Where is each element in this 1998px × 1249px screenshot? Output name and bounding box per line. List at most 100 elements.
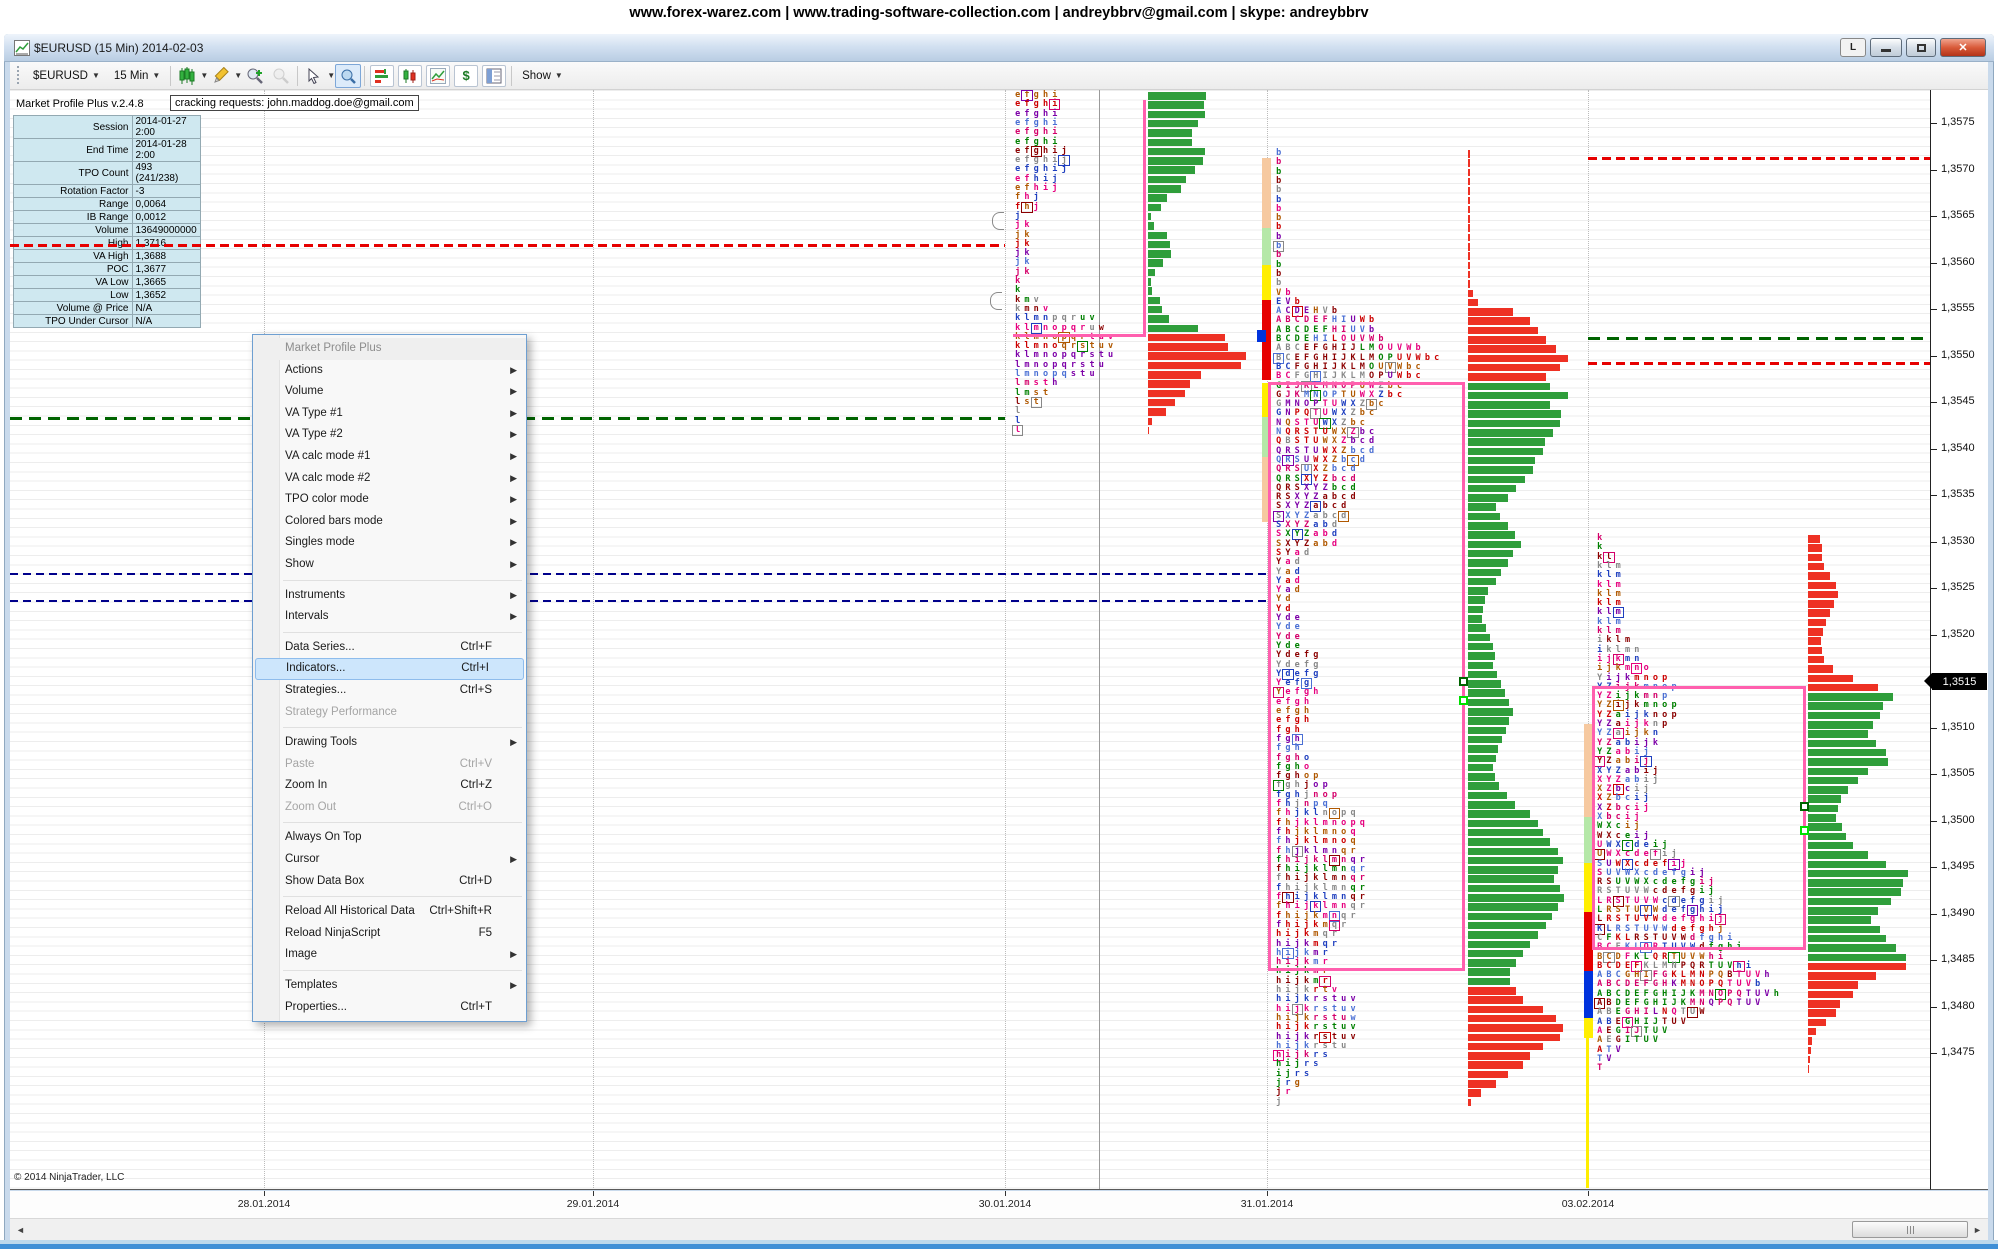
databox-button[interactable] xyxy=(335,64,361,88)
interval-dropdown[interactable]: 15 Min ▼ xyxy=(107,64,167,88)
scroll-right-button[interactable]: ► xyxy=(1969,1222,1986,1238)
menu-item-drawing-tools[interactable]: Drawing Tools▶ xyxy=(253,732,526,754)
time-axis[interactable]: 28.01.201429.01.201430.01.201431.01.2014… xyxy=(10,1191,1988,1218)
menu-item-label: VA Type #2 xyxy=(285,428,343,440)
menu-item-show[interactable]: Show▶ xyxy=(253,554,526,576)
cursor-tool-button[interactable] xyxy=(301,64,327,88)
scroll-left-button[interactable]: ◄ xyxy=(12,1222,29,1238)
menu-item-va-calc-mode-2[interactable]: VA calc mode #2▶ xyxy=(253,468,526,490)
menu-item-reload-all-historical-data[interactable]: Reload All Historical DataCtrl+Shift+R xyxy=(253,901,526,923)
menu-item-label: Properties... xyxy=(285,1001,347,1013)
volume-bar xyxy=(1468,1043,1543,1051)
menu-item-indicators[interactable]: Indicators...Ctrl+I xyxy=(255,658,524,680)
volume-bar xyxy=(1148,259,1163,267)
page-header-text: www.forex-warez.com | www.trading-softwa… xyxy=(0,5,1998,21)
databox-label: TPO Count xyxy=(14,162,133,185)
volume-bar xyxy=(1808,814,1836,822)
zoom-in-button[interactable] xyxy=(242,64,268,88)
volume-bar xyxy=(1808,944,1896,952)
close-button[interactable]: ✕ xyxy=(1940,38,1986,57)
new-chart-button[interactable] xyxy=(398,65,422,87)
tpo-row: efghij xyxy=(1013,147,1069,156)
tpo-row: ABCDEFGHIJKMNOPQTUVh xyxy=(1595,990,1781,999)
volume-bar xyxy=(1148,269,1155,277)
tpo-row: efghi xyxy=(1013,128,1059,137)
chevron-down-icon[interactable]: ▼ xyxy=(327,71,335,80)
chevron-down-icon[interactable]: ▼ xyxy=(234,71,242,80)
news-button[interactable] xyxy=(482,65,506,87)
volume-bar xyxy=(1148,250,1171,258)
menu-item-strategies[interactable]: Strategies...Ctrl+S xyxy=(253,680,526,702)
menu-item-always-on-top[interactable]: Always On Top xyxy=(253,827,526,849)
window-bottom-edge xyxy=(0,1244,1998,1249)
scrollbar-thumb[interactable] xyxy=(1852,1221,1968,1238)
link-button[interactable]: L xyxy=(1840,38,1866,57)
volume-bar xyxy=(1148,139,1192,147)
chart-style-button[interactable] xyxy=(174,64,200,88)
price-axis-label: 1,3500 xyxy=(1941,814,1975,826)
tpo-row: jr xyxy=(1274,1088,1293,1097)
menu-item-show-data-box[interactable]: Show Data BoxCtrl+D xyxy=(253,871,526,893)
minimize-button[interactable] xyxy=(1870,38,1902,57)
menu-item-data-series[interactable]: Data Series...Ctrl+F xyxy=(253,637,526,659)
databox-label: End Time xyxy=(14,139,133,162)
volume-bar xyxy=(1468,522,1508,530)
volume-bar xyxy=(1468,327,1538,335)
volume-bar xyxy=(1468,1006,1543,1014)
show-dropdown[interactable]: Show ▼ xyxy=(515,64,570,88)
menu-item-intervals[interactable]: Intervals▶ xyxy=(253,606,526,628)
menu-item-tpo-color-mode[interactable]: TPO color mode▶ xyxy=(253,489,526,511)
menu-item-actions[interactable]: Actions▶ xyxy=(253,360,526,382)
menu-item-colored-bars-mode[interactable]: Colored bars mode▶ xyxy=(253,511,526,533)
close-icon: ✕ xyxy=(1958,41,1967,54)
volume-bar xyxy=(1148,399,1175,407)
zoom-out-button[interactable] xyxy=(268,64,294,88)
drawing-tool-button[interactable] xyxy=(208,64,234,88)
volume-bar xyxy=(1808,870,1908,878)
price-axis-label: 1,3560 xyxy=(1941,256,1975,268)
singles-brace xyxy=(990,292,1002,310)
menu-item-label: Indicators... xyxy=(286,662,345,674)
instrument-dropdown[interactable]: $EURUSD ▼ xyxy=(26,64,107,88)
volume-bar xyxy=(1468,708,1513,716)
databox-row: POC1,3677 xyxy=(14,263,201,276)
horizontal-scrollbar[interactable]: ◄ ► xyxy=(10,1218,1988,1240)
menu-item-va-type-2[interactable]: VA Type #2▶ xyxy=(253,424,526,446)
price-tick xyxy=(1931,960,1937,961)
volume-bar xyxy=(1148,204,1161,212)
menu-item-label: Zoom Out xyxy=(285,801,336,813)
menu-item-zoom-in[interactable]: Zoom InCtrl+Z xyxy=(253,775,526,797)
menu-item-instruments[interactable]: Instruments▶ xyxy=(253,585,526,607)
volume-bar xyxy=(1148,176,1186,184)
menu-item-cursor[interactable]: Cursor▶ xyxy=(253,849,526,871)
price-tick xyxy=(1931,542,1937,543)
account-button[interactable]: $ xyxy=(454,65,478,87)
chevron-down-icon[interactable]: ▼ xyxy=(200,71,208,80)
menu-item-properties[interactable]: Properties...Ctrl+T xyxy=(253,997,526,1019)
restore-button[interactable] xyxy=(1906,38,1936,57)
volume-bar xyxy=(1468,429,1553,437)
market-analyzer-button[interactable] xyxy=(370,65,394,87)
menu-item-reload-ninjascript[interactable]: Reload NinjaScriptF5 xyxy=(253,923,526,945)
price-axis[interactable]: 1,35751,35701,35651,35601,35551,35501,35… xyxy=(1930,90,1988,1190)
menu-item-market-profile-plus: Market Profile Plus xyxy=(253,338,526,360)
date-axis-label: 29.01.2014 xyxy=(567,1198,620,1210)
menu-item-label: Image xyxy=(285,948,317,960)
analyzer-bars-icon xyxy=(374,68,390,84)
volume-bar xyxy=(1468,178,1470,186)
menu-item-volume[interactable]: Volume▶ xyxy=(253,381,526,403)
title-bar[interactable]: $EURUSD (15 Min) 2014-02-03 L ✕ xyxy=(4,34,1994,62)
menu-item-templates[interactable]: Templates▶ xyxy=(253,975,526,997)
menu-item-singles-mode[interactable]: Singles mode▶ xyxy=(253,532,526,554)
price-tick xyxy=(1931,728,1937,729)
menu-item-va-calc-mode-1[interactable]: VA calc mode #1▶ xyxy=(253,446,526,468)
volume-bar xyxy=(1808,1056,1810,1064)
menu-item-image[interactable]: Image▶ xyxy=(253,944,526,966)
volume-bar xyxy=(1468,745,1498,753)
pencil-icon xyxy=(212,67,230,85)
toolbar-grip[interactable] xyxy=(14,66,22,86)
menu-item-va-type-1[interactable]: VA Type #1▶ xyxy=(253,403,526,425)
line-chart-button[interactable] xyxy=(426,65,450,87)
tpo-row: k xyxy=(1013,286,1022,295)
date-axis-label: 30.01.2014 xyxy=(979,1198,1032,1210)
